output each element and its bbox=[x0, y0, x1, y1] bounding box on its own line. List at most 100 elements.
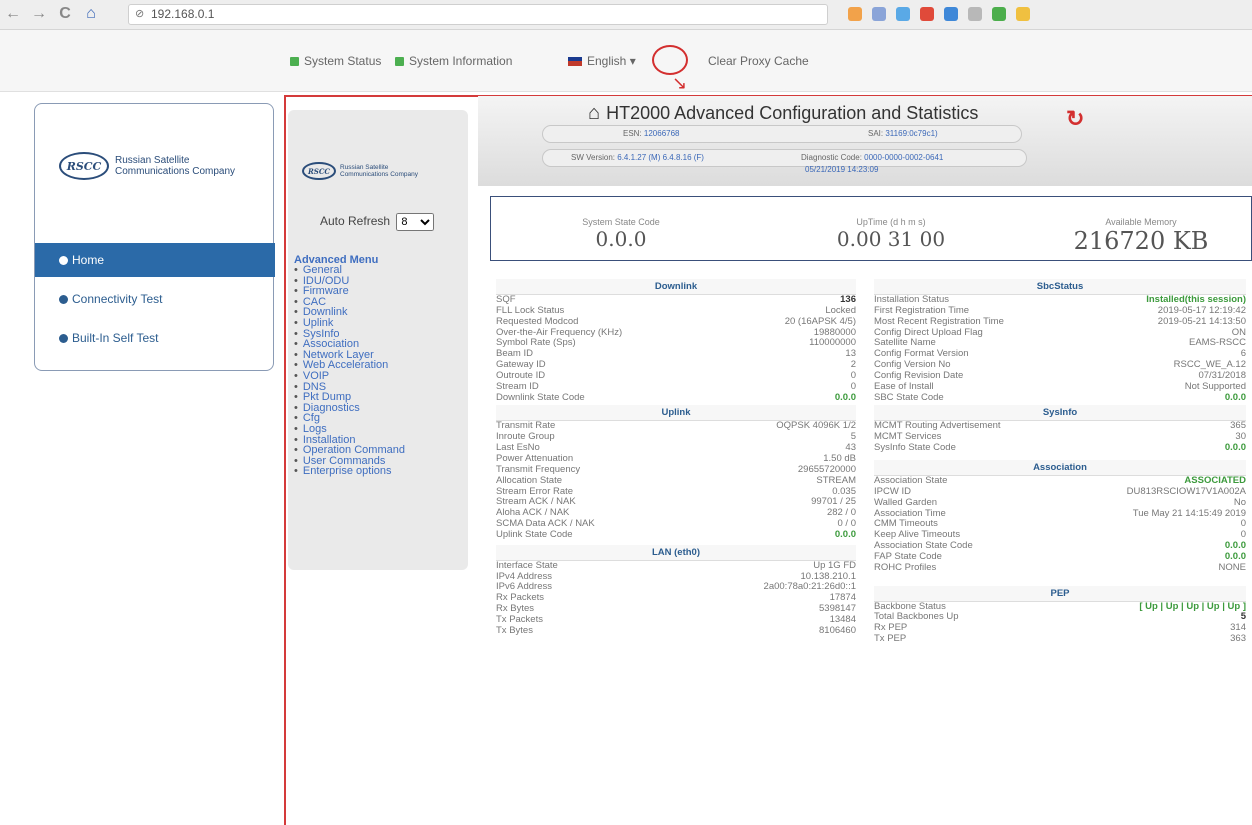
row-value: ON bbox=[1231, 327, 1246, 338]
language-dropdown[interactable]: English ▾ bbox=[568, 54, 636, 68]
sidebar-item-built-in-self-test[interactable]: Built-In Self Test bbox=[35, 321, 275, 355]
clear-proxy-cache-link[interactable]: Clear Proxy Cache bbox=[708, 54, 809, 68]
system-state: System State Code 0.0.0 bbox=[551, 217, 691, 251]
table-row: MCMT Services 30 bbox=[874, 432, 1246, 443]
sidebar-item-connectivity-test[interactable]: Connectivity Test bbox=[35, 282, 275, 316]
logo-mark: RSCC bbox=[59, 152, 109, 180]
row-value: Not Supported bbox=[1184, 381, 1246, 392]
sidebar-item-home[interactable]: Home bbox=[35, 243, 275, 277]
row-label: Rx Packets bbox=[496, 593, 545, 604]
arrow-circle-icon bbox=[59, 334, 68, 343]
header-datetime: 05/21/2019 14:23:09 bbox=[805, 165, 879, 174]
system-stats-box: System State Code 0.0.0 UpTime (d h m s)… bbox=[490, 196, 1252, 261]
auto-refresh-select[interactable]: 8 bbox=[396, 213, 435, 231]
row-value: 0.0.0 bbox=[834, 529, 856, 540]
left-sidebar: RSCC Russian Satellite Communications Co… bbox=[34, 103, 275, 371]
advanced-menu-panel: RSCC Russian Satellite Communications Co… bbox=[288, 110, 468, 570]
system-information-link[interactable]: System Information bbox=[395, 54, 512, 68]
row-value: 0 bbox=[850, 381, 856, 392]
extension-icon[interactable] bbox=[920, 7, 934, 21]
advanced-menu-item[interactable]: Uplink bbox=[294, 318, 405, 329]
row-label: MCMT Routing Advertisement bbox=[874, 421, 1001, 432]
row-label: Keep Alive Timeouts bbox=[874, 530, 961, 541]
advanced-menu-item[interactable]: VOIP bbox=[294, 371, 405, 382]
logo-line2: Communications Company bbox=[115, 166, 236, 177]
row-label: Transmit Frequency bbox=[496, 464, 581, 475]
table-row: Tx PEP 363 bbox=[874, 634, 1246, 645]
system-status-link[interactable]: System Status bbox=[290, 54, 381, 68]
row-value: DU813RSCIOW17V1A002A bbox=[1126, 486, 1246, 497]
row-label: Over-the-Air Frequency (KHz) bbox=[496, 327, 623, 338]
table-row: Installation Status Installed(this sessio… bbox=[874, 295, 1246, 306]
address-bar-url: 192.168.0.1 bbox=[151, 7, 215, 21]
address-bar[interactable]: ⊘ 192.168.0.1 bbox=[128, 4, 828, 25]
table-row: IPCW ID DU813RSCIOW17V1A002A bbox=[874, 487, 1246, 498]
logo-line1: Russian Satellite bbox=[115, 154, 190, 166]
home-icon[interactable]: ⌂ bbox=[82, 5, 100, 23]
extension-icon[interactable] bbox=[848, 7, 862, 21]
browser-toolbar: ← → C ⌂ ⊘ 192.168.0.1 bbox=[0, 0, 1252, 30]
row-value: RSCC_WE_A.12 bbox=[1173, 360, 1246, 371]
row-value: 2019-05-17 12:19:42 bbox=[1157, 305, 1246, 316]
table-row: Outroute ID 0 bbox=[496, 371, 856, 382]
table-row: Over-the-Air Frequency (KHz) 19880000 bbox=[496, 328, 856, 339]
table-row: MCMT Routing Advertisement 365 bbox=[874, 421, 1246, 432]
row-label: Config Version No bbox=[874, 360, 951, 371]
row-label: Association State bbox=[874, 475, 948, 486]
row-label: Stream ACK / NAK bbox=[496, 497, 576, 508]
table-row: Association State Code 0.0.0 bbox=[874, 541, 1246, 552]
row-label: SCMA Data ACK / NAK bbox=[496, 519, 595, 530]
site-info-icon[interactable]: ⊘ bbox=[135, 5, 144, 24]
uptime-label: UpTime (d h m s) bbox=[856, 217, 926, 227]
row-value: 43 bbox=[845, 443, 856, 454]
advanced-menu-item[interactable]: Enterprise options bbox=[294, 466, 405, 477]
row-value: 363 bbox=[1230, 634, 1246, 645]
refresh-icon[interactable]: ↻ bbox=[1066, 106, 1084, 132]
table-row: Requested Modcod 20 (16APSK 4/5) bbox=[496, 317, 856, 328]
row-label: Gateway ID bbox=[496, 360, 546, 371]
sai-label: SAI: bbox=[868, 129, 884, 138]
back-arrow-icon[interactable]: ← bbox=[4, 5, 22, 23]
annotation-circle bbox=[652, 45, 688, 75]
advanced-menu-item[interactable]: General bbox=[294, 265, 405, 276]
extension-icon[interactable] bbox=[992, 7, 1006, 21]
row-value: 0 / 0 bbox=[837, 519, 857, 530]
row-value: 10.138.210.1 bbox=[800, 571, 856, 582]
extension-icon[interactable] bbox=[896, 7, 910, 21]
advanced-menu-item[interactable]: Logs bbox=[294, 424, 405, 435]
row-label: FAP State Code bbox=[874, 551, 942, 562]
row-value: Installed(this session) bbox=[1146, 295, 1246, 305]
reload-icon[interactable]: C bbox=[56, 5, 74, 23]
extension-icon[interactable] bbox=[872, 7, 886, 21]
row-value: 17874 bbox=[829, 593, 856, 604]
table-row: Association Time Tue May 21 14:15:49 2019 bbox=[874, 509, 1246, 520]
extension-icon[interactable] bbox=[968, 7, 982, 21]
table-row: Rx PEP 314 bbox=[874, 623, 1246, 634]
table-row: Allocation State STREAM bbox=[496, 476, 856, 487]
logo-line2: Communications Company bbox=[340, 171, 419, 178]
row-label: Tx Bytes bbox=[496, 625, 533, 636]
extension-icon[interactable] bbox=[944, 7, 958, 21]
row-value: 365 bbox=[1230, 421, 1246, 432]
row-value: 0.0.0 bbox=[1224, 392, 1246, 403]
row-label: Walled Garden bbox=[874, 497, 938, 508]
section-header: Downlink bbox=[496, 279, 856, 295]
row-label: Symbol Rate (Sps) bbox=[496, 338, 576, 349]
row-value: Up 1G FD bbox=[813, 560, 856, 571]
row-value: 1.50 dB bbox=[823, 453, 856, 464]
status-square-icon bbox=[395, 56, 404, 66]
table-row: Transmit Rate OQPSK 4096K 1/2 bbox=[496, 421, 856, 432]
rscc-logo: RSCC Russian Satellite Communications Co… bbox=[59, 152, 235, 180]
page-title: HT2000 Advanced Configuration and Statis… bbox=[606, 103, 979, 123]
row-label: Transmit Rate bbox=[496, 421, 556, 432]
forward-arrow-icon[interactable]: → bbox=[30, 5, 48, 23]
row-label: Config Format Version bbox=[874, 349, 969, 360]
clear-proxy-cache-label: Clear Proxy Cache bbox=[708, 54, 809, 68]
system-state-label: System State Code bbox=[582, 217, 660, 227]
page-header: ⌂ HT2000 Advanced Configuration and Stati… bbox=[478, 96, 1252, 186]
diagnostic-code-label: Diagnostic Code: bbox=[801, 153, 862, 162]
row-label: Association Time bbox=[874, 508, 946, 519]
extension-icon[interactable] bbox=[1016, 7, 1030, 21]
home-icon[interactable]: ⌂ bbox=[588, 102, 600, 124]
row-value: No bbox=[1233, 497, 1246, 508]
